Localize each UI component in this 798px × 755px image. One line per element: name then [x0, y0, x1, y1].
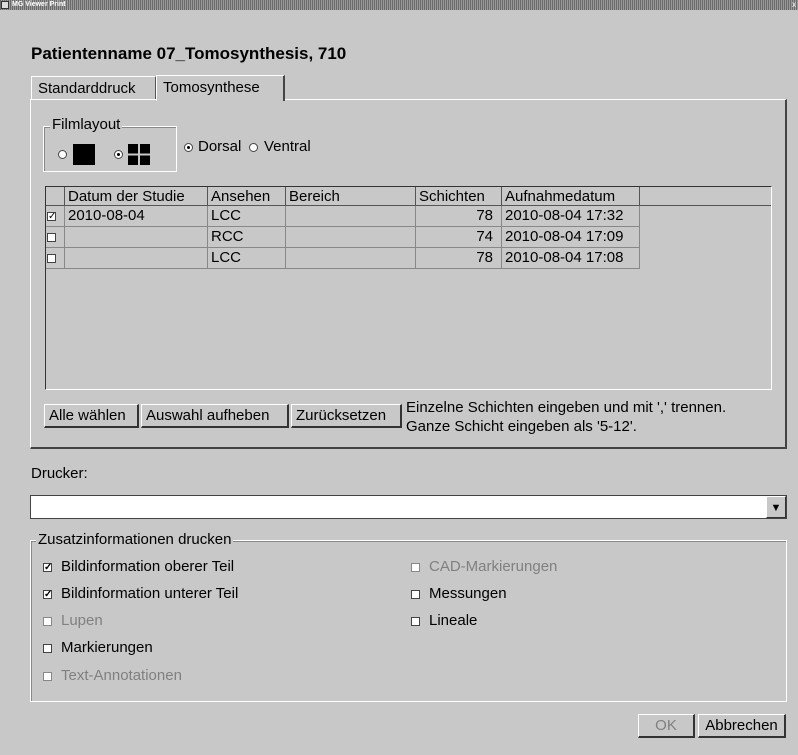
cell-range[interactable]: [286, 248, 416, 269]
row-checkbox[interactable]: [47, 233, 56, 242]
cell-acquired: 2010-08-04 17:08: [502, 248, 640, 269]
cell-date: 2010-08-04: [65, 206, 208, 227]
ok-button[interactable]: OK: [638, 714, 695, 738]
cell-slices: 74: [416, 227, 502, 248]
column-header-slices[interactable]: Schichten: [416, 187, 502, 206]
checkbox-bottom-info[interactable]: ✓: [43, 590, 52, 600]
cell-range[interactable]: [286, 227, 416, 248]
checkbox-markierungen[interactable]: [43, 644, 52, 653]
cancel-button[interactable]: Abbrechen: [698, 714, 786, 738]
hint-line-1: Einzelne Schichten eingeben und mit ',' …: [406, 399, 727, 416]
label-lineale: Lineale: [429, 612, 478, 629]
column-header-view[interactable]: Ansehen: [208, 187, 286, 206]
column-header-check: [46, 187, 65, 206]
checkbox-messungen[interactable]: [411, 590, 420, 599]
printer-label: Drucker:: [31, 465, 88, 482]
checkbox-cad: [411, 563, 420, 572]
cell-acquired: 2010-08-04 17:09: [502, 227, 640, 248]
cell-view: LCC: [208, 248, 286, 269]
app-icon: [1, 1, 9, 9]
table-row[interactable]: RCC 74 2010-08-04 17:09: [46, 227, 640, 248]
table-row[interactable]: ✓ 2010-08-04 LCC 78 2010-08-04 17:32: [46, 206, 640, 227]
cell-acquired: 2010-08-04 17:32: [502, 206, 640, 227]
chevron-down-icon[interactable]: ▼: [766, 496, 786, 518]
cell-date: [65, 227, 208, 248]
dorsal-label: Dorsal: [198, 138, 242, 155]
checkbox-text-annotationen: [43, 672, 52, 681]
select-all-button[interactable]: Alle wählen: [44, 404, 139, 428]
tab-tomosynthese[interactable]: Tomosynthese: [156, 75, 285, 101]
row-checkbox[interactable]: [47, 254, 56, 263]
quad-frame-icon: [128, 144, 150, 165]
layout-quad-radio[interactable]: [114, 150, 123, 159]
label-top-info: Bildinformation oberer Teil: [61, 558, 235, 575]
ventral-label: Ventral: [264, 138, 311, 155]
label-lupen: Lupen: [61, 612, 103, 629]
label-messungen: Messungen: [429, 585, 507, 602]
printer-select[interactable]: ▼: [30, 495, 787, 519]
cell-slices: 78: [416, 248, 502, 269]
cell-view: LCC: [208, 206, 286, 227]
row-checkbox-cell: [46, 227, 65, 248]
column-header-date[interactable]: Datum der Studie: [65, 187, 208, 206]
deselect-button[interactable]: Auswahl aufheben: [141, 404, 289, 428]
cell-slices: 78: [416, 206, 502, 227]
layout-single-radio[interactable]: [58, 150, 67, 159]
tab-label: Standarddruck: [38, 80, 136, 97]
cell-view: RCC: [208, 227, 286, 248]
tab-label: Tomosynthese: [163, 79, 260, 96]
filmlayout-legend: Filmlayout: [50, 116, 123, 133]
label-bottom-info: Bildinformation unterer Teil: [61, 585, 239, 602]
study-table: Datum der Studie Ansehen Bereich Schicht…: [45, 186, 772, 390]
dorsal-radio[interactable]: [184, 143, 193, 152]
page-title: Patientenname 07_Tomosynthesis, 710: [31, 44, 347, 63]
row-checkbox[interactable]: ✓: [47, 212, 56, 222]
hint-line-2: Ganze Schicht eingeben als '5-12'.: [406, 418, 637, 435]
column-header-acquired[interactable]: Aufnahmedatum: [502, 187, 640, 206]
window-title: MG Viewer Print: [12, 1, 66, 8]
column-header-filler: [640, 187, 771, 206]
extra-info-legend: Zusatzinformationen drucken: [36, 531, 234, 548]
column-header-range[interactable]: Bereich: [286, 187, 416, 206]
row-checkbox-cell: [46, 248, 65, 269]
label-cad: CAD-Markierungen: [429, 558, 558, 575]
close-icon[interactable]: x: [792, 0, 796, 10]
ventral-radio[interactable]: [249, 143, 258, 152]
reset-button[interactable]: Zurücksetzen: [291, 404, 402, 428]
checkbox-lupen: [43, 617, 52, 626]
label-text-annotationen: Text-Annotationen: [61, 667, 182, 684]
cell-range[interactable]: [286, 206, 416, 227]
row-checkbox-cell: ✓: [46, 206, 65, 227]
window-titlebar: MG Viewer Print x: [0, 0, 798, 10]
single-frame-icon: [73, 144, 95, 165]
checkbox-top-info[interactable]: ✓: [43, 563, 52, 573]
quad-frame-graphic: [128, 144, 150, 165]
table-row[interactable]: LCC 78 2010-08-04 17:08: [46, 248, 640, 269]
checkbox-lineale[interactable]: [411, 617, 420, 626]
label-markierungen: Markierungen: [61, 639, 153, 656]
tab-standarddruck[interactable]: Standarddruck: [31, 76, 156, 100]
cell-date: [65, 248, 208, 269]
